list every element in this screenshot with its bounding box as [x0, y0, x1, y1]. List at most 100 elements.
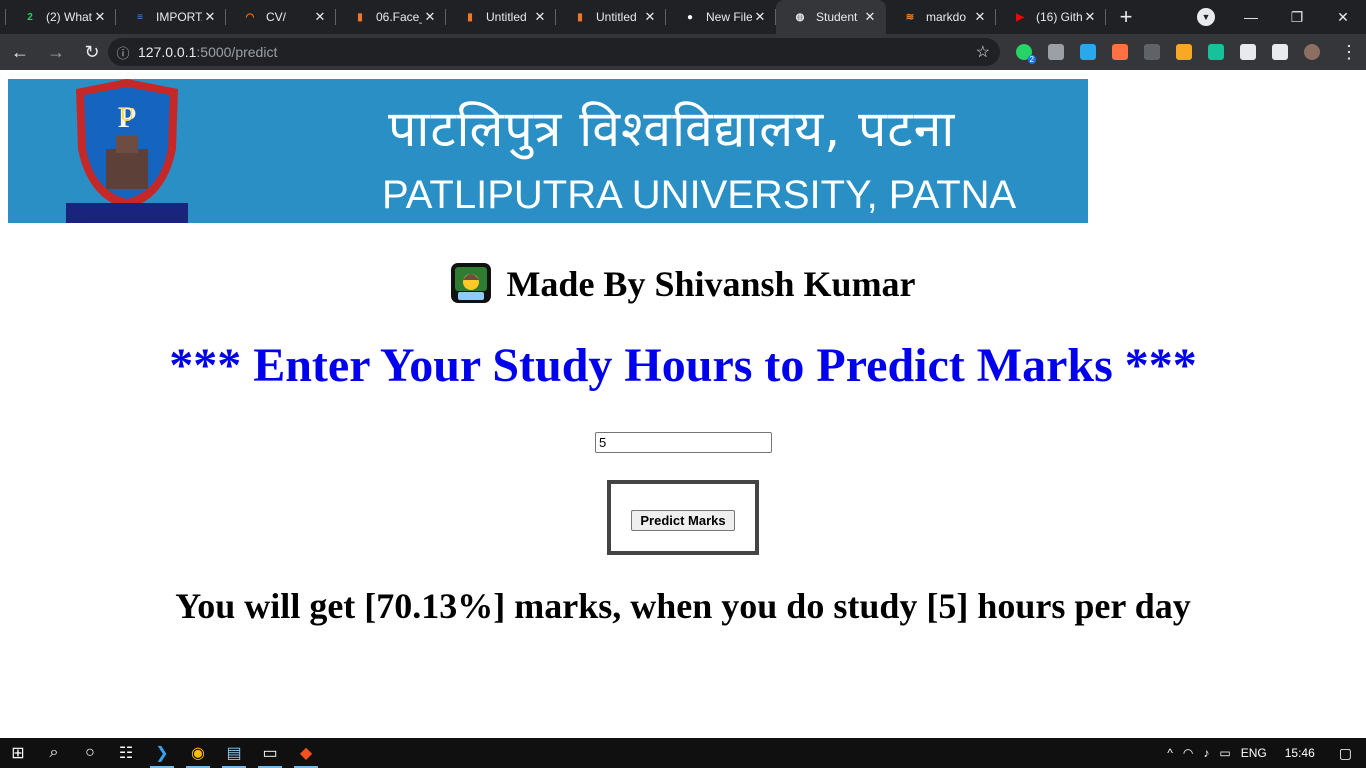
windows-start-icon[interactable]: ⊞	[0, 738, 36, 768]
puzzle-extensions-icon[interactable]	[1236, 40, 1260, 64]
tool-extension-icon[interactable]	[1108, 40, 1132, 64]
git-icon[interactable]: ◆	[288, 738, 324, 768]
tab-title: New File	[706, 10, 752, 24]
tab-close-icon[interactable]: ✕	[422, 9, 438, 25]
technologist-emoji-icon	[451, 263, 492, 303]
browser-tab[interactable]: ≋ markdo ✕	[886, 0, 996, 34]
close-window-icon[interactable]: ✕	[1320, 0, 1366, 34]
new-tab-icon[interactable]: +	[1106, 0, 1146, 34]
browser-tab[interactable]: ◍ Student ✕	[776, 0, 886, 34]
tab-search-icon[interactable]: ▼	[1197, 8, 1215, 26]
study-hours-input[interactable]	[595, 432, 772, 453]
loader-icon: ◠	[245, 11, 255, 23]
telegram-extension-icon[interactable]	[1076, 40, 1100, 64]
youtube-icon: ▶	[1016, 11, 1024, 23]
cmd-icon[interactable]: ▭	[252, 738, 288, 768]
tab-close-icon[interactable]: ✕	[642, 9, 658, 25]
browser-tab[interactable]: 2 (2) What ✕	[6, 0, 116, 34]
tab-close-icon[interactable]: ✕	[92, 9, 108, 25]
back-arrow-icon[interactable]: ←	[4, 36, 36, 68]
tab-strip: 2(2) What✕≡IMPORTA✕◠CV/✕▮06.Face_✕▮Untit…	[0, 0, 1366, 34]
tab-close-icon[interactable]: ✕	[1082, 9, 1098, 25]
predict-marks-button[interactable]: Predict Marks	[631, 510, 735, 531]
extension-badge: 2	[1027, 55, 1036, 64]
tab-close-icon[interactable]: ✕	[312, 9, 328, 25]
stackoverflow-icon: ≋	[905, 11, 915, 23]
grammarly-extension-icon-glyph	[1208, 44, 1224, 60]
wifi-icon[interactable]: ◠	[1183, 746, 1193, 760]
author-credit: Made By Shivansh Kumar	[0, 262, 1366, 305]
tab-title: CV/	[266, 10, 287, 24]
search-icon[interactable]: ⌕	[36, 738, 72, 768]
notifications-icon[interactable]: ▢	[1339, 745, 1352, 762]
shield-extension-icon[interactable]	[1044, 40, 1068, 64]
tab-title: (2) What	[46, 10, 92, 24]
tool-extension-icon-glyph	[1112, 44, 1128, 60]
glasses-extension-icon-glyph	[1176, 44, 1192, 60]
tab-title: 06.Face_	[376, 10, 422, 24]
media-queue-icon[interactable]	[1268, 40, 1292, 64]
browser-tab[interactable]: ▮ 06.Face_ ✕	[336, 0, 446, 34]
windows-taskbar: ⊞ ⌕ ○ ☷ ❯ ◉ ▤ ▭ ◆ ^ ◠ ♪ ▭ ENG 15:46 ▢	[0, 738, 1366, 768]
minimize-icon[interactable]: —	[1228, 0, 1274, 34]
site-info-icon[interactable]: ⓘ	[108, 43, 138, 62]
battery-icon[interactable]: ▭	[1219, 746, 1230, 760]
reload-icon[interactable]: ↻	[76, 36, 108, 68]
vscode-icon[interactable]: ❯	[144, 738, 180, 768]
system-tray: ^ ◠ ♪ ▭ ENG 15:46 ▢	[1167, 738, 1366, 768]
browser-tab[interactable]: ≡ IMPORTA✕	[116, 0, 226, 34]
clock[interactable]: 15:46	[1285, 746, 1315, 760]
copy-extension-icon-glyph	[1144, 44, 1160, 60]
restore-icon[interactable]: ❐	[1274, 0, 1320, 34]
forward-arrow-icon[interactable]: →	[40, 36, 72, 68]
chrome-icon[interactable]: ◉	[180, 738, 216, 768]
copy-extension-icon[interactable]	[1140, 40, 1164, 64]
telegram-extension-icon-glyph	[1080, 44, 1096, 60]
browser-tab[interactable]: ● New File ✕	[666, 0, 776, 34]
tab-title: Untitled	[596, 10, 637, 24]
jupyter-notebook-icon: ▮	[467, 11, 473, 23]
browser-tab[interactable]: ▶ (16) Gith ✕	[996, 0, 1106, 34]
glasses-extension-icon[interactable]	[1172, 40, 1196, 64]
tab-title: Untitled	[486, 10, 527, 24]
browser-tab[interactable]: ◠ CV/ ✕	[226, 0, 336, 34]
address-host: 127.0.0.1	[138, 44, 197, 60]
browser-menu-icon[interactable]: ⋮	[1340, 42, 1358, 63]
github-icon: ●	[686, 11, 694, 23]
cortana-icon[interactable]: ○	[72, 738, 108, 768]
media-queue-icon-glyph	[1272, 44, 1288, 60]
language-indicator[interactable]: ENG	[1241, 746, 1267, 760]
tab-title: IMPORTA	[156, 10, 202, 24]
tab-close-icon[interactable]: ✕	[862, 9, 878, 25]
google-docs-icon: ≡	[137, 11, 143, 23]
window-controls: — ❐ ✕	[1228, 0, 1366, 34]
extensions-bar: 2	[1012, 40, 1324, 64]
prediction-result: You will get [70.13%] marks, when you do…	[175, 586, 1191, 626]
browser-tab[interactable]: ▮ Untitled ✕	[446, 0, 556, 34]
tab-title: Student	[816, 10, 858, 24]
browser-tab[interactable]: ▮ Untitled ✕	[556, 0, 666, 34]
notepad-icon[interactable]: ▤	[216, 738, 252, 768]
whatsapp-extension-icon[interactable]: 2	[1012, 40, 1036, 64]
tab-close-icon[interactable]: ✕	[972, 9, 988, 25]
address-path: :5000/predict	[196, 44, 278, 60]
profile-avatar-icon[interactable]	[1300, 40, 1324, 64]
globe-icon: ◍	[795, 11, 805, 23]
university-crest-logo: P U	[66, 79, 188, 223]
banner-hindi-title: पाटलिपुत्र विश्वविद्यालय, पटना	[388, 100, 956, 158]
grammarly-extension-icon[interactable]	[1204, 40, 1228, 64]
tab-close-icon[interactable]: ✕	[532, 9, 548, 25]
volume-icon[interactable]: ♪	[1203, 746, 1209, 760]
jupyter-notebook-icon: ▮	[577, 11, 583, 23]
chevron-up-icon[interactable]: ^	[1167, 746, 1173, 760]
task-view-icon[interactable]: ☷	[108, 738, 144, 768]
shield-extension-icon-glyph	[1048, 44, 1064, 60]
tab-close-icon[interactable]: ✕	[752, 9, 768, 25]
page-heading: *** Enter Your Study Hours to Predict Ma…	[169, 339, 1197, 392]
browser-toolbar: ← → ↻ ⓘ 127.0.0.1:5000/predict ☆ 2 ⋮	[0, 34, 1366, 70]
banner-english-title: PATLIPUTRA UNIVERSITY, PATNA	[382, 173, 1017, 217]
university-banner: P U पाटलिपुत्र विश्वविद्यालय, पटना PATLI…	[8, 79, 1088, 223]
tab-close-icon[interactable]: ✕	[202, 9, 218, 25]
address-bar[interactable]: ⓘ 127.0.0.1:5000/predict ☆	[108, 38, 1000, 66]
bookmark-star-icon[interactable]: ☆	[976, 42, 990, 62]
